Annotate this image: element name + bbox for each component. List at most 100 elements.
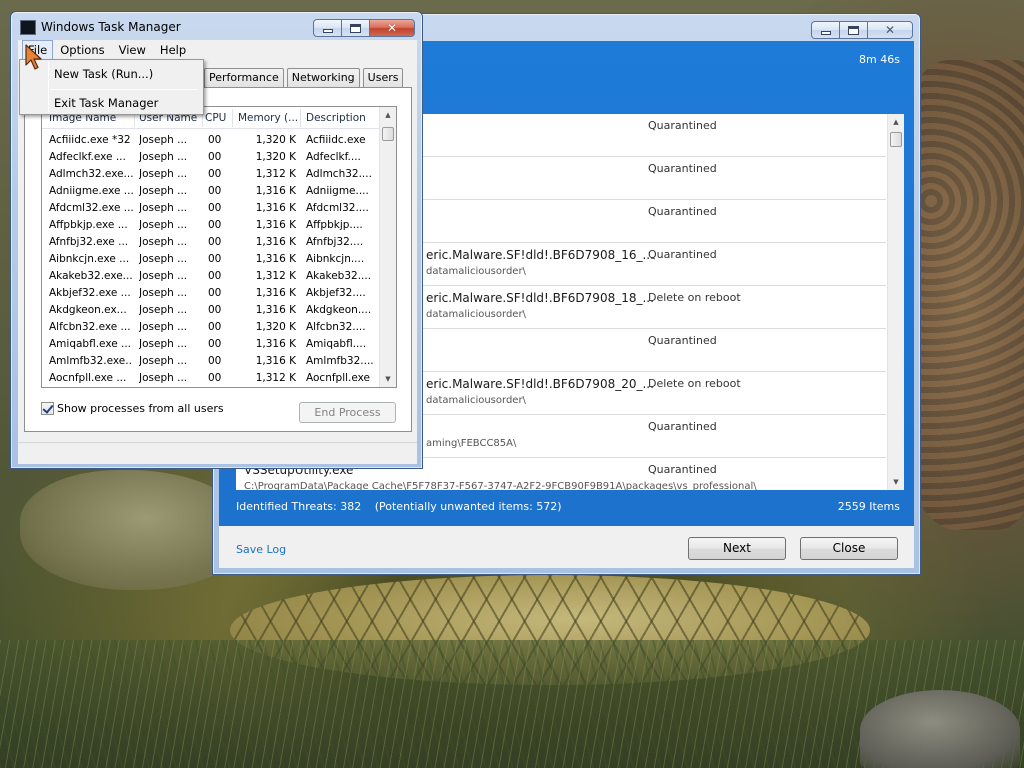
process-image-name: Amlmfb32.exe... bbox=[49, 355, 133, 367]
process-row[interactable]: Alfcbn32.exe ... Joseph ... 00 1,320 K Alfcb… bbox=[42, 319, 381, 336]
save-log-link[interactable]: Save Log bbox=[236, 543, 286, 556]
process-row[interactable]: Affpbkjp.exe ... Joseph ... 00 1,316 K Affpb… bbox=[42, 217, 381, 234]
process-user-name: Joseph ... bbox=[139, 270, 188, 282]
window-close-button[interactable]: ✕ bbox=[867, 21, 913, 39]
scroll-thumb[interactable] bbox=[382, 127, 394, 141]
process-list[interactable]: Image Name User Name CPU Memory (... Des… bbox=[41, 106, 397, 388]
process-image-name: Aibnkcjn.exe ... bbox=[49, 253, 130, 265]
process-image-name: Akdgkeon.ex... bbox=[49, 304, 127, 316]
processes-panel: Image Name User Name CPU Memory (... Des… bbox=[24, 87, 412, 432]
process-row[interactable]: Afdcml32.exe ... Joseph ... 00 1,316 K Afdcm… bbox=[42, 200, 381, 217]
process-memory: 1,316 K bbox=[255, 219, 296, 231]
process-user-name: Joseph ... bbox=[139, 202, 188, 214]
process-row[interactable]: Amlmfb32.exe... Joseph ... 00 1,316 K Amlmfb… bbox=[42, 353, 381, 370]
task-manager-window: Windows Task Manager ✕ File Options View… bbox=[10, 11, 423, 469]
show-all-users-option[interactable]: Show processes from all users bbox=[41, 402, 224, 415]
process-description: Affpbkjp.... bbox=[306, 219, 363, 231]
identified-threats: Identified Threats: 382 bbox=[236, 500, 362, 513]
process-description: Aibnkcjn.... bbox=[306, 253, 365, 265]
process-user-name: Joseph ... bbox=[139, 321, 188, 333]
process-image-name: Adfeclkf.exe ... bbox=[49, 151, 126, 163]
process-image-name: Amiqabfl.exe ... bbox=[49, 338, 132, 350]
process-image-name: Akakeb32.exe... bbox=[49, 270, 133, 282]
process-description: Acfiiidc.exe bbox=[306, 134, 366, 146]
process-row[interactable]: Adfeclkf.exe ... Joseph ... 00 1,320 K Adfec… bbox=[42, 149, 381, 166]
menu-view[interactable]: View bbox=[112, 40, 153, 60]
tab-users[interactable]: Users bbox=[362, 68, 404, 87]
maximize-button[interactable] bbox=[341, 19, 369, 37]
tab-performance[interactable]: Performance bbox=[204, 68, 284, 87]
menu-options[interactable]: Options bbox=[53, 40, 111, 60]
scroll-down-icon[interactable]: ▼ bbox=[380, 371, 396, 387]
process-memory: 1,316 K bbox=[255, 338, 296, 350]
process-memory: 1,316 K bbox=[255, 236, 296, 248]
process-description: Akbjef32.... bbox=[306, 287, 366, 299]
minimize-button[interactable] bbox=[313, 19, 341, 37]
scroll-thumb[interactable] bbox=[890, 132, 902, 147]
result-action: Quarantined bbox=[648, 119, 717, 132]
process-memory: 1,316 K bbox=[255, 185, 296, 197]
process-cpu: 00 bbox=[208, 270, 222, 282]
process-row[interactable]: Akbjef32.exe ... Joseph ... 00 1,316 K Akbje… bbox=[42, 285, 381, 302]
close-icon: ✕ bbox=[386, 21, 398, 35]
window-close-button[interactable]: ✕ bbox=[369, 19, 415, 37]
process-row[interactable]: Amiqabfl.exe ... Joseph ... 00 1,316 K Amiqa… bbox=[42, 336, 381, 353]
column-separator[interactable] bbox=[300, 109, 301, 127]
process-cpu: 00 bbox=[208, 202, 222, 214]
minimize-button[interactable] bbox=[811, 21, 839, 39]
minimize-icon bbox=[322, 28, 333, 33]
maximize-button[interactable] bbox=[839, 21, 867, 39]
next-button[interactable]: Next bbox=[688, 537, 786, 560]
process-image-name: Acfiiidc.exe *32 bbox=[49, 134, 131, 146]
menu-item-new-task[interactable]: New Task (Run...) bbox=[22, 63, 201, 85]
process-cpu: 00 bbox=[208, 236, 222, 248]
process-row[interactable]: Adlmch32.exe... Joseph ... 00 1,312 K Adlmch… bbox=[42, 166, 381, 183]
process-user-name: Joseph ... bbox=[139, 287, 188, 299]
scroll-down-icon[interactable]: ▼ bbox=[888, 474, 904, 490]
process-user-name: Joseph ... bbox=[139, 253, 188, 265]
process-cpu: 00 bbox=[208, 321, 222, 333]
column-cpu[interactable]: CPU bbox=[205, 112, 231, 124]
tab-networking[interactable]: Networking bbox=[286, 68, 360, 87]
process-memory: 1,316 K bbox=[255, 287, 296, 299]
process-list-scrollbar[interactable]: ▲ ▼ bbox=[379, 107, 396, 387]
process-description: Aocnfpll.exe bbox=[306, 372, 371, 384]
mouse-pointer-icon bbox=[25, 44, 42, 70]
results-scrollbar[interactable]: ▲ ▼ bbox=[887, 114, 904, 490]
process-user-name: Joseph ... bbox=[139, 168, 188, 180]
process-cpu: 00 bbox=[208, 372, 222, 384]
potentially-unwanted-count: (Potentially unwanted items: 572) bbox=[374, 500, 562, 513]
process-cpu: 00 bbox=[208, 168, 222, 180]
process-cpu: 00 bbox=[208, 134, 222, 146]
column-description[interactable]: Description bbox=[306, 112, 376, 124]
scan-status-bar: Identified Threats: 382 (Potentially unw… bbox=[219, 493, 914, 526]
column-separator[interactable] bbox=[232, 109, 233, 127]
process-description: Afdcml32.... bbox=[306, 202, 369, 214]
process-row[interactable]: Akdgkeon.ex... Joseph ... 00 1,316 K Akdgkeo… bbox=[42, 302, 381, 319]
process-row[interactable]: Aocnfpll.exe ... Joseph ... 00 1,312 K Aocnf… bbox=[42, 370, 381, 387]
show-all-users-checkbox[interactable] bbox=[41, 402, 54, 415]
process-cpu: 00 bbox=[208, 355, 222, 367]
column-memory[interactable]: Memory (... bbox=[238, 112, 298, 124]
process-row[interactable]: Aibnkcjn.exe ... Joseph ... 00 1,316 K Aibnk… bbox=[42, 251, 381, 268]
end-process-button[interactable]: End Process bbox=[299, 402, 396, 423]
close-button[interactable]: Close bbox=[800, 537, 898, 560]
menu-separator bbox=[50, 89, 198, 90]
scroll-up-icon[interactable]: ▲ bbox=[380, 107, 396, 123]
process-row[interactable]: Afnfbj32.exe ... Joseph ... 00 1,316 K Afnfb… bbox=[42, 234, 381, 251]
process-row[interactable]: Adniigme.exe ... Joseph ... 00 1,316 K Adnii… bbox=[42, 183, 381, 200]
process-row[interactable]: Acfiiidc.exe *32 Joseph ... 00 1,320 K Acfii… bbox=[42, 132, 381, 149]
process-image-name: Afnfbj32.exe ... bbox=[49, 236, 129, 248]
process-row[interactable]: Akakeb32.exe... Joseph ... 00 1,312 K Akakeb… bbox=[42, 268, 381, 285]
process-cpu: 00 bbox=[208, 253, 222, 265]
process-memory: 1,312 K bbox=[255, 270, 296, 282]
menu-help[interactable]: Help bbox=[153, 40, 193, 60]
threat-summary: Identified Threats: 382 (Potentially unw… bbox=[236, 500, 572, 513]
process-user-name: Joseph ... bbox=[139, 304, 188, 316]
menu-item-exit-task-manager[interactable]: Exit Task Manager bbox=[22, 92, 201, 114]
result-action: Quarantined bbox=[648, 162, 717, 175]
scroll-up-icon[interactable]: ▲ bbox=[888, 114, 904, 130]
process-cpu: 00 bbox=[208, 151, 222, 163]
process-memory: 1,316 K bbox=[255, 304, 296, 316]
process-memory: 1,312 K bbox=[255, 372, 296, 384]
